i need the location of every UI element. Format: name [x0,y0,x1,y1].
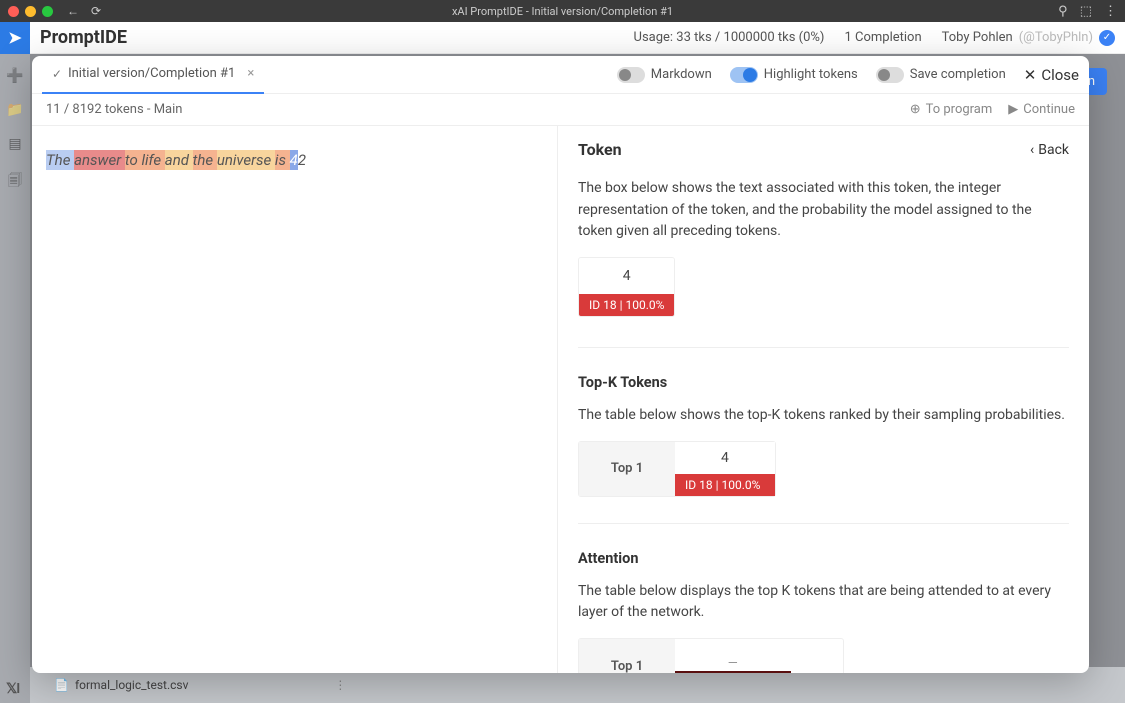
extensions-icon[interactable]: ⬚ [1080,4,1092,19]
close-icon[interactable] [8,6,19,17]
topk-desc: The table below shows the top-K tokens r… [578,405,1069,427]
sub-bar: 11 / 8192 tokens - Main ⊕ To program ▶ C… [32,94,1089,126]
token-desc: The box below shows the text associated … [578,178,1069,243]
attn-desc: The table below displays the top K token… [578,581,1069,624]
token[interactable]: The [46,150,74,170]
menu-icon[interactable]: ⋮ [1104,4,1117,19]
x-icon: ✕ [1024,66,1037,84]
topk-section: Top-K Tokens The table below shows the t… [578,374,1069,497]
prompt-panel: The answer to life and the universe is 4… [32,126,558,673]
open-file[interactable]: 📄 formal_logic_test.csv⋮ [54,678,346,692]
sidebar-rail: ➕ 📁 ▤ 🗐 [0,54,30,703]
back-button[interactable]: ‹ Back [1030,142,1069,158]
table-row: Top 1 _ ID 130089 | 88.3% [579,639,843,673]
token-selected[interactable]: 4 [290,150,298,170]
files-icon[interactable]: ▤ [8,136,21,152]
inspector-title: Token [578,140,622,159]
opt-highlight[interactable]: Highlight tokens [730,67,858,83]
token-chip: 4 ID 18 | 100.0% [578,257,675,317]
reload-icon[interactable]: ⟳ [91,4,101,18]
rank-label: Top 1 [579,639,675,673]
token[interactable]: to [125,150,142,170]
tk-text: 4 [675,442,775,474]
tk-text: _ [675,639,791,671]
window-titlebar: ← ⟳ xAI PromptIDE - Initial version/Comp… [0,0,1125,22]
token[interactable]: the [193,150,217,170]
token[interactable]: answer [74,150,125,170]
minimize-icon[interactable] [25,6,36,17]
topk-title: Top-K Tokens [578,374,1069,391]
folder-icon[interactable]: 📁 [6,102,23,118]
chip-text: 4 [579,258,674,294]
inspector-panel: The box below shows the text associated … [558,126,1089,673]
xai-logo-icon: 𝕏I [6,681,19,697]
token[interactable]: universe [217,150,275,170]
tab-label: Initial version/Completion #1 [68,66,235,81]
add-icon[interactable]: ➕ [6,68,23,84]
plus-circle-icon: ⊕ [910,102,921,117]
nav-back-icon[interactable]: ← [67,4,79,18]
toggle-highlight[interactable] [730,67,758,83]
opt-markdown[interactable]: Markdown [617,67,712,83]
toggle-markdown[interactable] [617,67,645,83]
token[interactable]: is [275,150,290,170]
close-button[interactable]: ✕ Close [1024,66,1079,84]
completion-count[interactable]: 1 Completion [844,30,921,45]
play-icon: ▶ [1008,102,1018,117]
usage-label: Usage: 33 tks / 1000000 tks (0%) [634,30,825,45]
toggle-save[interactable] [876,67,904,83]
completion-modal: ✓ Initial version/Completion #1 × Markdo… [32,56,1089,673]
verified-icon: ✓ [1099,30,1115,46]
attn-title: Attention [578,550,1069,567]
continue-button[interactable]: ▶ Continue [1008,102,1075,117]
prompt-text[interactable]: The answer to life and the universe is 4… [46,150,543,171]
chip-id: ID 18 | 100.0% [579,294,674,316]
app-logo-icon[interactable]: ➤ [0,22,30,54]
attention-table: Top 1 _ ID 130089 | 88.3% Top 2 _is ID 3… [578,638,844,673]
window-title: xAI PromptIDE - Initial version/Completi… [452,5,673,18]
table-row: Top 1 4 ID 18 | 100.0% [579,442,775,496]
search-icon[interactable]: ⚲ [1058,4,1068,19]
to-program-button[interactable]: ⊕ To program [910,102,993,117]
token[interactable]: 2 [298,150,306,170]
token-counter: 11 / 8192 tokens - Main [46,102,182,117]
topk-table: Top 1 4 ID 18 | 100.0% [578,441,776,497]
app-header: ➤ PromptIDE Usage: 33 tks / 1000000 tks … [0,22,1125,54]
token[interactable]: life [141,150,164,170]
user-handle: (@TobyPhln) [1019,30,1093,45]
close-tab-icon[interactable]: × [247,66,254,81]
attention-section: Attention The table below displays the t… [578,550,1069,673]
zoom-icon[interactable] [42,6,53,17]
token[interactable]: and [165,150,193,170]
chevron-left-icon: ‹ [1030,142,1034,158]
rank-label: Top 1 [579,442,675,496]
check-icon: ✓ [52,67,62,81]
doc-icon[interactable]: 🗐 [8,170,22,194]
tk-id: ID 18 | 100.0% [675,474,775,496]
tab-completion-1[interactable]: ✓ Initial version/Completion #1 × [42,56,264,94]
traffic-lights [8,6,53,17]
tab-bar: ✓ Initial version/Completion #1 × Markdo… [32,56,1089,94]
opt-save[interactable]: Save completion [876,67,1006,83]
user-name[interactable]: Toby Pohlen [942,30,1013,45]
app-title: PromptIDE [40,27,127,48]
tk-id: ID 130089 | 88.3% [675,671,791,673]
